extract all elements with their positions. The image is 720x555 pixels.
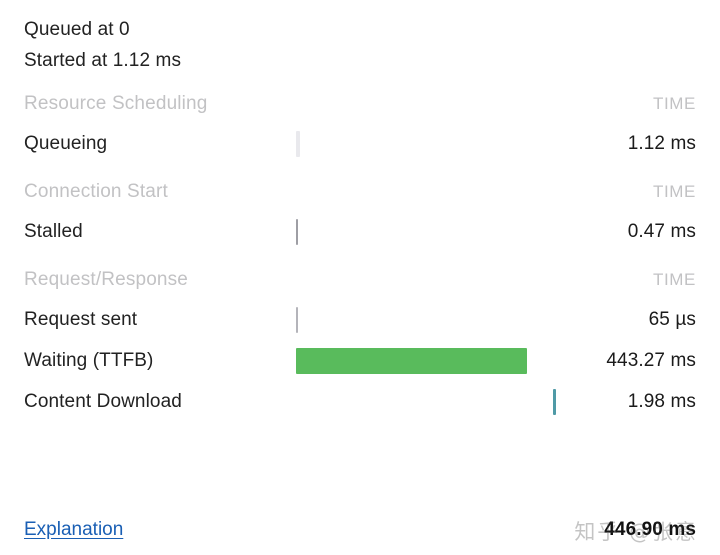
timing-row-duration: 1.98 ms xyxy=(627,390,696,412)
timing-bar-request-sent xyxy=(296,306,298,333)
time-column-header: TIME xyxy=(652,94,696,113)
timing-row-content-download[interactable]: Content Download 1.98 ms xyxy=(0,381,720,422)
timing-row-label: Content Download xyxy=(24,390,182,412)
timing-row-track xyxy=(296,211,556,252)
timing-bar-stalled xyxy=(296,218,298,245)
timing-row-duration: 443.27 ms xyxy=(606,349,696,371)
timing-row-label: Stalled xyxy=(24,220,83,242)
timing-row-label: Request sent xyxy=(24,308,138,330)
timing-footer: Explanation 446.90 ms xyxy=(0,519,720,541)
timing-row-duration: 0.47 ms xyxy=(627,220,696,242)
timing-row-label: Queueing xyxy=(24,132,108,154)
section-title-request-response: Request/Response xyxy=(24,269,189,290)
timing-row-track xyxy=(296,123,556,164)
timing-summary: Queued at 0 Started at 1.12 ms xyxy=(0,0,720,76)
timing-row-label: Waiting (TTFB) xyxy=(24,349,154,371)
section-header: Request/Response TIME xyxy=(0,269,720,299)
timing-row-stalled[interactable]: Stalled 0.47 ms xyxy=(0,211,720,252)
network-timing-panel: Queued at 0 Started at 1.12 ms Resource … xyxy=(0,0,720,555)
timing-row-request-sent[interactable]: Request sent 65 µs xyxy=(0,299,720,340)
timing-row-track xyxy=(296,299,556,340)
timing-bar-waiting-ttfb xyxy=(296,347,527,374)
section-connection-start: Connection Start TIME Stalled 0.47 ms xyxy=(0,181,720,252)
time-column-header: TIME xyxy=(652,270,696,289)
explanation-link[interactable]: Explanation xyxy=(24,519,123,541)
section-resource-scheduling: Resource Scheduling TIME Queueing 1.12 m… xyxy=(0,93,720,164)
timing-row-track xyxy=(296,381,556,422)
timing-row-waiting-ttfb[interactable]: Waiting (TTFB) 443.27 ms xyxy=(0,340,720,381)
time-column-header: TIME xyxy=(652,182,696,201)
section-header: Resource Scheduling TIME xyxy=(0,93,720,123)
timing-row-queueing[interactable]: Queueing 1.12 ms xyxy=(0,123,720,164)
started-at-text: Started at 1.12 ms xyxy=(24,50,182,71)
timing-row-duration: 1.12 ms xyxy=(627,132,696,154)
queued-at-text: Queued at 0 xyxy=(24,19,130,40)
timing-bar-queueing xyxy=(296,130,300,157)
timing-row-duration: 65 µs xyxy=(648,308,696,330)
total-time-value: 446.90 ms xyxy=(604,519,696,540)
section-title-resource-scheduling: Resource Scheduling xyxy=(24,93,208,114)
section-header: Connection Start TIME xyxy=(0,181,720,211)
section-request-response: Request/Response TIME Request sent 65 µs… xyxy=(0,269,720,422)
timing-row-track xyxy=(296,340,556,381)
timing-bar-content-download xyxy=(553,388,556,415)
section-title-connection-start: Connection Start xyxy=(24,181,168,202)
